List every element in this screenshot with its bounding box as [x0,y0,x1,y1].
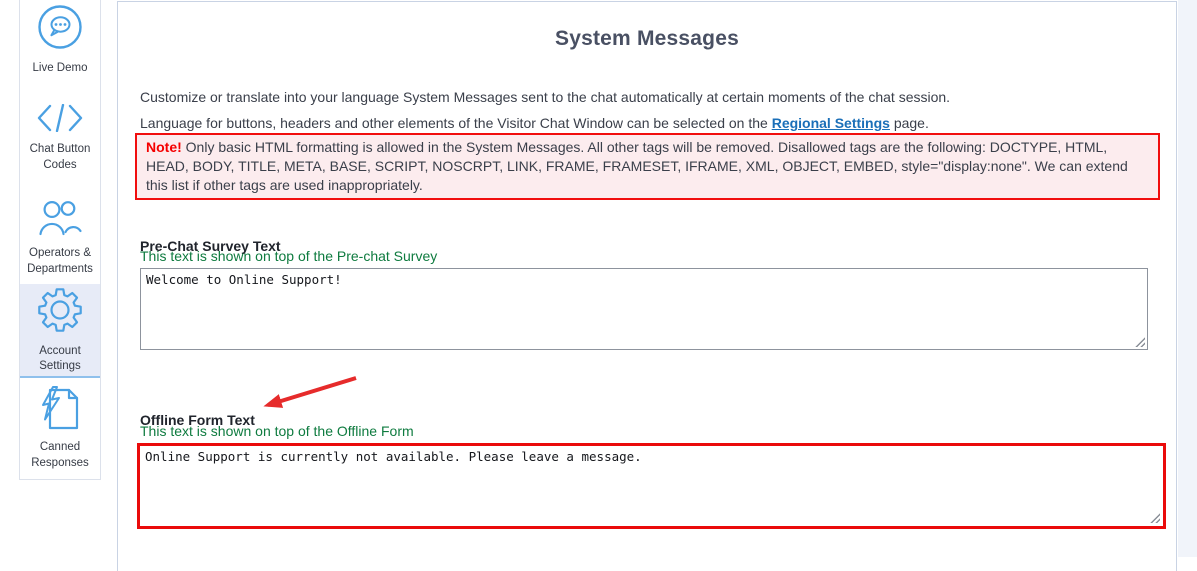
annotation-arrow [253,374,363,414]
intro-paragraph-1: Customize or translate into your languag… [140,89,950,105]
sidebar-item-canned-responses[interactable]: Canned Responses [20,378,100,479]
sidebar-item-live-demo[interactable]: Live Demo [20,0,100,86]
sidebar-item-operators-departments[interactable]: Operators & Departments [20,191,100,284]
code-icon [37,104,83,138]
intro-2-suffix: page. [890,115,929,131]
note-label: Note! [146,139,182,155]
page-background-gutter [1178,0,1197,557]
sidebar-item-label: Chat Button Codes [24,142,96,173]
offline-form-hint: This text is shown on top of the Offline… [140,423,414,439]
page-title: System Messages [118,27,1176,51]
pre-chat-survey-textarea[interactable]: Welcome to Online Support! [140,268,1148,350]
users-icon [37,198,83,242]
note-banner: Note! Only basic HTML formatting is allo… [135,133,1160,200]
sidebar-item-label: Operators & Departments [24,246,96,277]
regional-settings-link[interactable]: Regional Settings [772,115,890,131]
sidebar-item-chat-button-codes[interactable]: Chat Button Codes [20,86,100,191]
canned-response-icon [39,386,81,436]
intro-2-prefix: Language for buttons, headers and other … [140,115,772,131]
sidebar-item-account-settings[interactable]: Account Settings [20,284,100,378]
chat-bubble-icon [37,4,83,56]
sidebar-item-label: Canned Responses [24,440,96,471]
offline-form-textarea[interactable]: Online Support is currently not availabl… [137,443,1166,529]
system-messages-panel: System Messages Customize or translate i… [117,1,1177,571]
pre-chat-survey-hint: This text is shown on top of the Pre-cha… [140,248,437,264]
sidebar-item-label: Live Demo [33,61,88,77]
offline-form-field-wrap: Online Support is currently not availabl… [137,443,1166,529]
pre-chat-survey-field-wrap: Welcome to Online Support! [140,268,1148,350]
sidebar: Live Demo Chat Button Codes Operators & … [19,0,101,480]
gear-icon [37,287,83,339]
intro-paragraph-2: Language for buttons, headers and other … [140,115,929,131]
sidebar-item-label: Account Settings [24,344,96,375]
note-text: Only basic HTML formatting is allowed in… [146,139,1128,193]
